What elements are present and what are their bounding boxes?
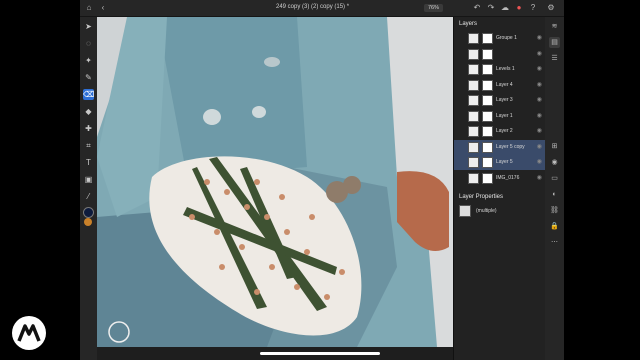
canvas-area[interactable] — [97, 17, 453, 347]
layer-name: Layer 2 — [496, 128, 513, 134]
layer-mask-thumbnail — [482, 157, 493, 168]
layer-name: Groupe 1 — [496, 35, 517, 41]
magic-lasso-icon[interactable]: ✦ — [83, 55, 94, 66]
eraser-icon[interactable]: ⌫ — [83, 89, 94, 100]
move-tool-icon[interactable]: ➤ — [83, 21, 94, 32]
layer-row[interactable]: ◉ — [454, 47, 546, 62]
layer-name: Layer 4 — [496, 81, 513, 88]
layer-name: Layer 1 — [496, 112, 513, 119]
left-brand-strip — [0, 0, 80, 360]
layer-visibility-icon[interactable]: ◉ — [537, 50, 542, 57]
layer-visibility-icon[interactable]: ◉ — [537, 112, 542, 119]
layer-visibility-icon[interactable]: ◉ — [537, 158, 542, 165]
layer-thumbnail — [468, 95, 479, 106]
background-color-swatch[interactable] — [84, 218, 92, 226]
layer-row[interactable]: Layer 5 ◉ — [454, 155, 546, 170]
layer-thumbnail — [468, 141, 479, 153]
image-icon[interactable]: ▣ — [83, 174, 94, 185]
document-canvas-image[interactable] — [97, 17, 453, 347]
visibility-icon[interactable]: ◉ — [549, 157, 560, 168]
undo-icon[interactable]: ↶ — [472, 3, 482, 13]
layer-row[interactable]: Layer 4 ◉ — [454, 78, 546, 93]
layer-mask-thumbnail — [482, 141, 493, 153]
layer-thumbnail — [468, 64, 479, 75]
layer-name: Layer 5 copy — [496, 143, 525, 150]
add-layer-icon[interactable]: ⊞ — [549, 141, 560, 152]
layer-row[interactable]: Layer 3 ◉ — [454, 93, 546, 108]
layer-mask-thumbnail — [482, 48, 493, 60]
more-icon[interactable]: ⋯ — [549, 237, 560, 248]
layers-panel: Layers Groupe 1 ◉ ◉ Levels 1 ◉ Layer 4 ◉ Layer … — [453, 17, 546, 360]
layer-name: IMG_0176 — [496, 174, 520, 181]
layer-name: Levels 1 — [496, 66, 515, 72]
layer-thumbnail — [468, 126, 479, 137]
layer-thumbnail — [468, 110, 479, 122]
back-icon[interactable]: ‹ — [98, 3, 108, 13]
layer-row[interactable]: Layer 1 ◉ — [454, 109, 546, 124]
group-icon[interactable]: ▭ — [549, 173, 560, 184]
layer-row[interactable]: IMG_0176 ◉ — [454, 171, 546, 186]
layers-panel-icon[interactable]: ▤ — [549, 37, 560, 48]
link-icon[interactable]: ⛓ — [549, 205, 560, 216]
layer-visibility-icon[interactable]: ◉ — [537, 65, 542, 72]
layer-thumbnail — [468, 79, 479, 91]
layer-properties-thumbnail — [459, 205, 471, 217]
layer-name: Layer 5 — [496, 159, 513, 165]
crop-icon[interactable]: ⌗ — [83, 140, 94, 151]
tools-toolbar: ➤ ◌ ✦ ✎ ⌫ ◆ ✚ ⌗ T ▣ ⁄ — [80, 17, 97, 360]
mask-icon[interactable]: ◐ — [549, 189, 560, 200]
bandage-icon[interactable]: ✚ — [83, 123, 94, 134]
home-icon[interactable]: ⌂ — [84, 3, 94, 13]
layer-visibility-icon[interactable]: ◉ — [537, 81, 542, 88]
layer-visibility-icon[interactable]: ◉ — [537, 174, 542, 181]
redo-icon[interactable]: ↷ — [486, 3, 496, 13]
layer-visibility-icon[interactable]: ◉ — [537, 143, 542, 150]
layer-mask-thumbnail — [482, 110, 493, 122]
layer-visibility-icon[interactable]: ◉ — [537, 127, 542, 134]
help-icon[interactable]: ? — [528, 3, 538, 13]
layer-mask-thumbnail — [482, 64, 493, 75]
layer-properties-value: (multiple) — [476, 208, 497, 214]
layer-mask-thumbnail — [482, 79, 493, 91]
layer-row[interactable]: Layer 2 ◉ — [454, 124, 546, 139]
lock-icon[interactable]: 🔒 — [549, 221, 560, 232]
cloud-icon[interactable]: ☁ — [500, 3, 510, 13]
layer-thumbnail — [468, 33, 479, 44]
lasso-icon[interactable]: ◌ — [83, 38, 94, 49]
share-icon[interactable]: ● — [514, 3, 524, 13]
layer-row[interactable]: Layer 5 copy ◉ — [454, 139, 546, 155]
layer-name: Layer 3 — [496, 97, 513, 103]
paint-bucket-icon[interactable]: ◆ — [83, 106, 94, 117]
home-indicator — [260, 352, 380, 355]
photoshop-app: ⌂ ‹ 249 copy (3) (2) copy (15) * 76% ↶ ↷… — [80, 0, 564, 360]
eyedropper-icon[interactable]: ⁄ — [83, 191, 94, 202]
layer-thumbnail — [468, 48, 479, 60]
layer-mask-thumbnail — [482, 95, 493, 106]
document-title[interactable]: 249 copy (3) (2) copy (15) * — [276, 4, 349, 10]
right-black-strip — [564, 0, 640, 360]
canvas-artwork — [97, 17, 453, 347]
top-bar: ⌂ ‹ 249 copy (3) (2) copy (15) * 76% ↶ ↷… — [80, 0, 564, 17]
layer-row[interactable]: Groupe 1 ◉ — [454, 31, 546, 46]
layers-panel-title: Layers — [459, 21, 478, 27]
layer-thumbnail — [468, 172, 479, 184]
foreground-color-swatch[interactable] — [83, 207, 94, 218]
settings-icon[interactable]: ⚙ — [546, 3, 556, 13]
layer-visibility-icon[interactable]: ◉ — [537, 34, 542, 41]
layer-mask-thumbnail — [482, 33, 493, 44]
layers-stack-icon[interactable]: ≋ — [549, 21, 560, 32]
adjustments-icon[interactable]: ☰ — [549, 53, 560, 64]
layer-row[interactable]: Levels 1 ◉ — [454, 62, 546, 77]
layer-mask-thumbnail — [482, 172, 493, 184]
layer-visibility-icon[interactable]: ◉ — [537, 96, 542, 103]
layer-mask-thumbnail — [482, 126, 493, 137]
layer-thumbnail — [468, 157, 479, 168]
brand-logo — [12, 316, 46, 350]
type-icon[interactable]: T — [83, 157, 94, 168]
right-rail: ≋ ▤ ☰ ⊞ ◉ ▭ ◐ ⛓ 🔒 ⋯ — [545, 17, 564, 360]
layer-properties-title: Layer Properties — [459, 194, 504, 200]
brush-icon[interactable]: ✎ — [83, 72, 94, 83]
zoom-level[interactable]: 76% — [424, 4, 444, 12]
